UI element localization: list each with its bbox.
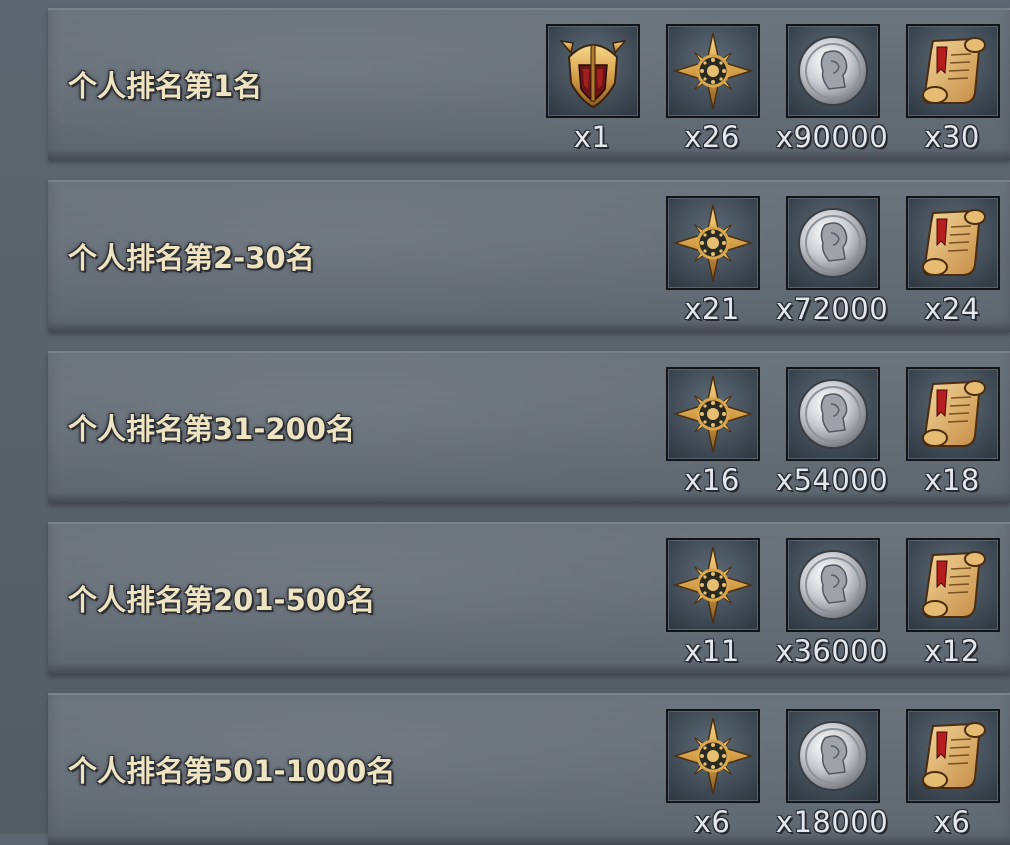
reward-item[interactable]: x16 bbox=[652, 353, 772, 503]
reward-count: x24 bbox=[924, 292, 980, 326]
reward-item[interactable]: x12 bbox=[892, 524, 1010, 674]
scroll-icon bbox=[913, 545, 993, 625]
reward-slot[interactable] bbox=[786, 196, 880, 290]
reward-slot[interactable] bbox=[666, 709, 760, 803]
reward-slot[interactable] bbox=[786, 538, 880, 632]
reward-count: x16 bbox=[684, 463, 740, 497]
rank-title: 个人排名第31-200名 bbox=[68, 412, 355, 446]
silver-coin-icon bbox=[793, 545, 873, 625]
reward-item[interactable]: x72000 bbox=[772, 182, 892, 332]
reward-slot[interactable] bbox=[906, 709, 1000, 803]
golden-star-icon bbox=[673, 203, 753, 283]
golden-star-icon bbox=[673, 374, 753, 454]
scroll-icon bbox=[913, 716, 993, 796]
reward-item[interactable]: x24 bbox=[892, 182, 1010, 332]
reward-slot[interactable] bbox=[666, 24, 760, 118]
reward-slot[interactable] bbox=[906, 367, 1000, 461]
reward-item[interactable]: x30 bbox=[892, 10, 1010, 160]
rank-reward-row: 个人排名第31-200名 x16 x54000 x18 bbox=[48, 351, 1010, 503]
reward-item[interactable]: x1 bbox=[532, 10, 652, 160]
reward-slot[interactable] bbox=[546, 24, 640, 118]
reward-slot[interactable] bbox=[906, 196, 1000, 290]
scroll-icon bbox=[913, 31, 993, 111]
reward-item[interactable]: x26 bbox=[652, 10, 772, 160]
reward-count: x30 bbox=[924, 120, 980, 154]
reward-count: x90000 bbox=[775, 120, 889, 154]
reward-item[interactable]: x54000 bbox=[772, 353, 892, 503]
rank-title: 个人排名第501-1000名 bbox=[68, 754, 396, 788]
reward-count: x11 bbox=[684, 634, 740, 668]
golden-star-icon bbox=[673, 31, 753, 111]
reward-item[interactable]: x6 bbox=[652, 695, 772, 845]
reward-slot[interactable] bbox=[666, 367, 760, 461]
silver-coin-icon bbox=[793, 203, 873, 283]
reward-slot[interactable] bbox=[786, 709, 880, 803]
reward-item[interactable]: x11 bbox=[652, 524, 772, 674]
rank-title: 个人排名第2-30名 bbox=[68, 241, 315, 275]
reward-item[interactable]: x18000 bbox=[772, 695, 892, 845]
golden-star-icon bbox=[673, 716, 753, 796]
silver-coin-icon bbox=[793, 374, 873, 454]
rank-title: 个人排名第1名 bbox=[68, 69, 263, 103]
reward-slot[interactable] bbox=[906, 538, 1000, 632]
reward-count: x36000 bbox=[775, 634, 889, 668]
reward-item[interactable]: x36000 bbox=[772, 524, 892, 674]
reward-slot[interactable] bbox=[906, 24, 1000, 118]
helmet-icon bbox=[553, 31, 633, 111]
scroll-icon bbox=[913, 374, 993, 454]
reward-count: x12 bbox=[924, 634, 980, 668]
reward-count: x54000 bbox=[775, 463, 889, 497]
silver-coin-icon bbox=[793, 716, 873, 796]
silver-coin-icon bbox=[793, 31, 873, 111]
reward-item[interactable]: x6 bbox=[892, 695, 1010, 845]
rank-reward-row: 个人排名第201-500名 x11 x36000 x12 bbox=[48, 522, 1010, 674]
reward-count: x21 bbox=[684, 292, 740, 326]
reward-count: x26 bbox=[684, 120, 740, 154]
rank-title: 个人排名第201-500名 bbox=[68, 583, 376, 617]
reward-item[interactable]: x18 bbox=[892, 353, 1010, 503]
reward-slot[interactable] bbox=[786, 24, 880, 118]
rank-reward-row: 个人排名第2-30名 x21 x72000 x24 bbox=[48, 180, 1010, 332]
reward-item[interactable]: x90000 bbox=[772, 10, 892, 160]
reward-count: x18 bbox=[924, 463, 980, 497]
reward-slot[interactable] bbox=[666, 538, 760, 632]
golden-star-icon bbox=[673, 545, 753, 625]
reward-slot[interactable] bbox=[786, 367, 880, 461]
rank-reward-row: 个人排名第1名 x1 x26 x90000 x30 bbox=[48, 8, 1010, 160]
reward-item[interactable]: x21 bbox=[652, 182, 772, 332]
scroll-icon bbox=[913, 203, 993, 283]
reward-slot[interactable] bbox=[666, 196, 760, 290]
rank-reward-row: 个人排名第501-1000名 x6 x18000 x6 bbox=[48, 693, 1010, 845]
reward-count: x1 bbox=[573, 120, 611, 154]
reward-count: x72000 bbox=[775, 292, 889, 326]
